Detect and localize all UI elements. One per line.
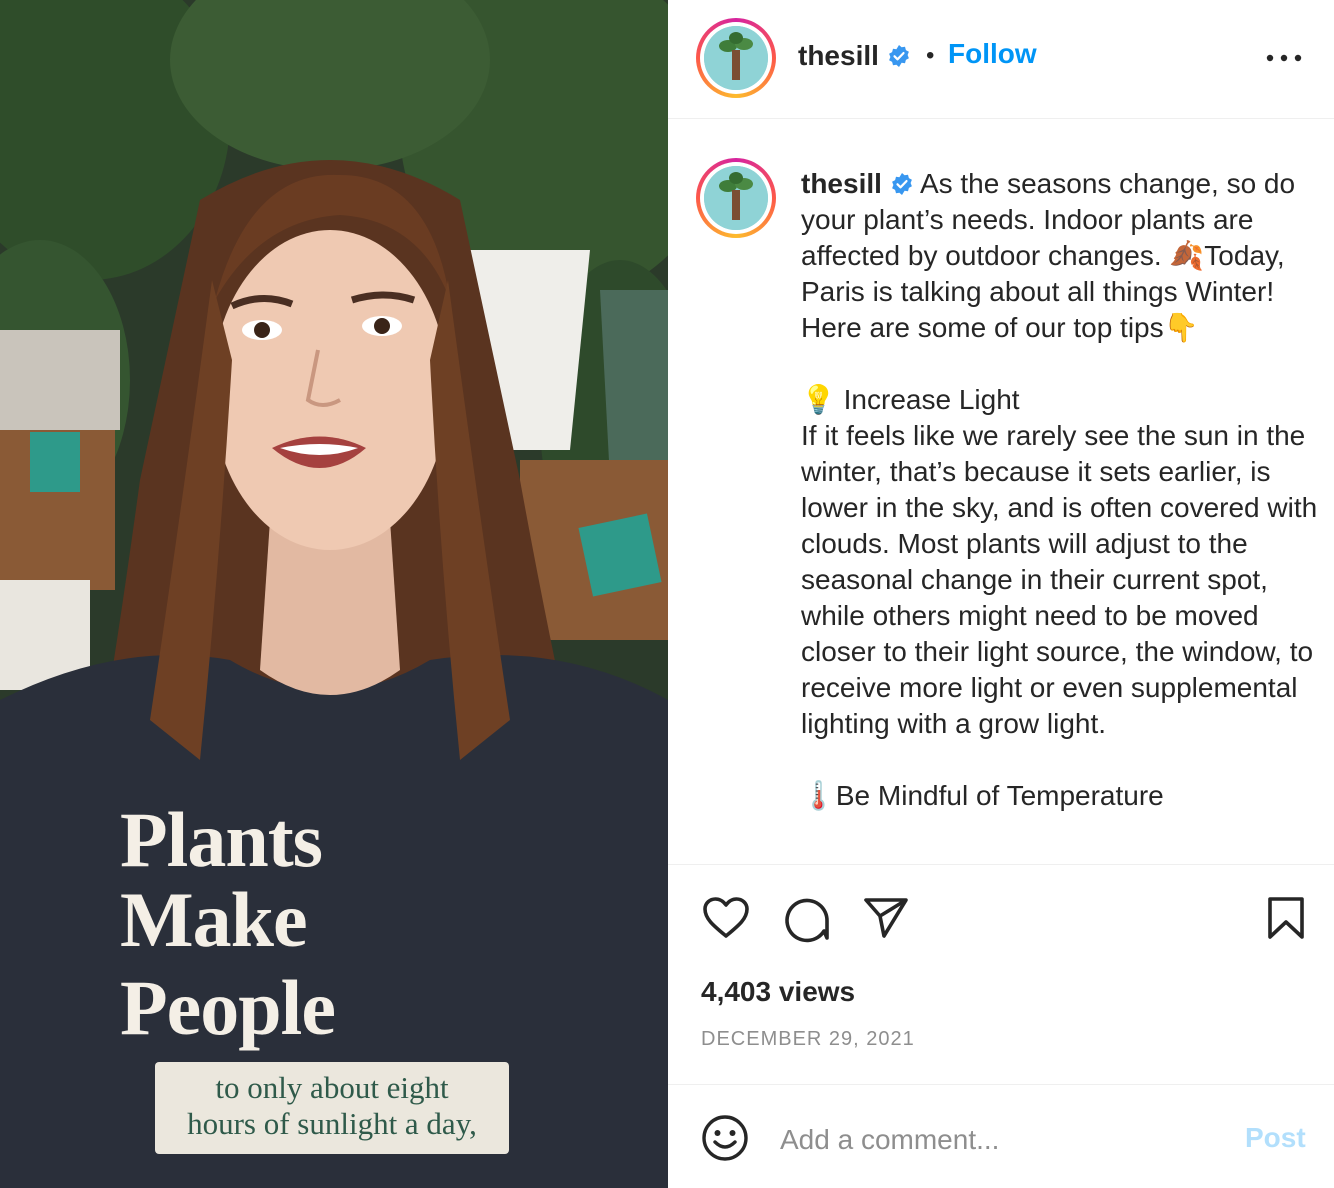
plant-logo-icon xyxy=(704,166,768,230)
bookmark-icon[interactable] xyxy=(1266,896,1306,940)
section-light: 💡 Increase Light xyxy=(801,382,1321,418)
section-light-body: If it feels like we rarely see the sun i… xyxy=(801,420,1325,739)
post-video[interactable]: Plants Make People to only about eight h… xyxy=(0,0,668,1188)
username-text[interactable]: thesill xyxy=(798,40,879,71)
profile-avatar[interactable] xyxy=(696,18,776,98)
section-title: Increase Light xyxy=(835,384,1020,415)
avatar-image xyxy=(704,26,768,90)
video-subtitle: to only about eight hours of sunlight a … xyxy=(155,1062,509,1154)
comment-icon[interactable] xyxy=(783,895,831,943)
leaf-emoji-icon: 🍂 xyxy=(1169,240,1205,271)
more-horizontal-icon[interactable] xyxy=(1264,46,1304,70)
emoji-picker-icon[interactable] xyxy=(701,1114,749,1162)
section-title: Be Mindful of Temperature xyxy=(835,780,1164,811)
plant-logo-icon xyxy=(704,26,768,90)
view-count[interactable]: 4,403 views xyxy=(701,976,855,1008)
comment-divider xyxy=(668,1084,1334,1085)
post-comment-button[interactable]: Post xyxy=(1245,1122,1306,1154)
header-username[interactable]: thesill xyxy=(798,40,911,72)
lightbulb-emoji-icon: 💡 xyxy=(801,384,836,415)
subtitle-line: hours of sunlight a day, xyxy=(187,1106,477,1141)
verified-badge-icon xyxy=(888,45,909,67)
heart-icon[interactable] xyxy=(702,896,750,940)
caption-avatar[interactable] xyxy=(696,158,776,238)
post-details-panel: thesill • Follow thesill As the seasons … xyxy=(668,0,1334,1188)
send-icon[interactable] xyxy=(862,896,910,940)
shirt-line: People xyxy=(120,964,336,1051)
post-date[interactable]: DECEMBER 29, 2021 xyxy=(701,1028,915,1051)
caption-divider xyxy=(668,864,1334,865)
header-divider xyxy=(668,118,1334,119)
shirt-line: Make xyxy=(120,876,308,963)
avatar-ring xyxy=(700,162,772,234)
caption-intro: thesill As the seasons change, so do you… xyxy=(801,166,1321,346)
post-caption: thesill As the seasons change, so do you… xyxy=(801,166,1321,814)
shirt-line: Plants xyxy=(120,796,323,883)
avatar-ring xyxy=(700,22,772,94)
avatar-image xyxy=(704,166,768,230)
pointing-down-emoji-icon: 👇 xyxy=(1163,312,1199,343)
header-separator: • xyxy=(926,42,935,69)
subtitle-line: to only about eight xyxy=(215,1070,449,1105)
follow-button[interactable]: Follow xyxy=(948,38,1037,70)
caption-username[interactable]: thesill xyxy=(801,168,882,199)
section-temperature: 🌡️Be Mindful of Temperature xyxy=(801,778,1321,814)
thermometer-emoji-icon: 🌡️ xyxy=(801,780,836,811)
comment-input[interactable] xyxy=(780,1118,1200,1162)
verified-badge-icon xyxy=(891,173,912,195)
shirt-print-text: Plants Make People xyxy=(120,800,450,1048)
